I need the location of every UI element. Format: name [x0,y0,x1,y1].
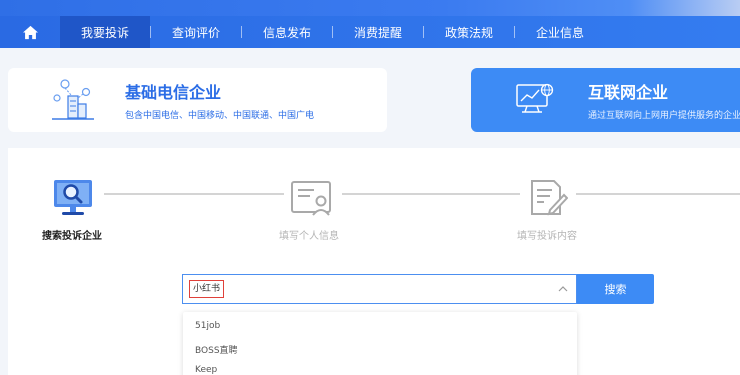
step-connector [104,193,284,195]
suggestion-item[interactable]: 51job [195,321,220,331]
step-3-label: 填写投诉内容 [517,231,577,242]
internet-company-title: 互联网企业 [588,83,669,102]
basic-telecom-subtitle: 包含中国电信、中国移动、中国联通、中国广电 [125,111,315,121]
suggestion-item[interactable]: BOSS直聘 [195,343,238,356]
search-suggestions: 51job BOSS直聘 Keep [183,312,577,375]
suggestion-item[interactable]: Keep [195,365,217,375]
step-1-label: 搜索投诉企业 [42,231,102,242]
id-card-icon [291,181,331,216]
monitor-globe-icon [516,83,554,113]
company-search-input[interactable]: 小红书 [182,274,577,304]
internet-company-subtitle: 通过互联网向上网用户提供服务的企业 [588,111,740,121]
home-icon [22,25,38,39]
step-2-label: 填写个人信息 [279,231,339,242]
nav-item-query[interactable]: 查询评价 [151,16,241,48]
home-button[interactable] [0,16,60,48]
search-button[interactable]: 搜索 [577,274,654,304]
search-value: 小红书 [189,280,225,298]
chevron-up-icon[interactable] [558,285,568,293]
building-network-icon [52,79,94,120]
nav-item-policy[interactable]: 政策法规 [424,16,514,48]
basic-telecom-card[interactable]: 基础电信企业 包含中国电信、中国移动、中国联通、中国广电 [8,68,387,132]
monitor-search-icon [54,180,92,215]
document-edit-icon [531,180,568,216]
main-nav: 我要投诉 查询评价 信息发布 消费提醒 政策法规 企业信息 [0,16,740,48]
step-connector [576,193,740,195]
internet-company-card[interactable]: 互联网企业 通过互联网向上网用户提供服务的企业 [471,68,740,132]
nav-item-alerts[interactable]: 消费提醒 [333,16,423,48]
basic-telecom-title: 基础电信企业 [125,83,222,102]
nav-item-complaint[interactable]: 我要投诉 [60,16,150,48]
nav-item-info[interactable]: 信息发布 [242,16,332,48]
nav-item-company[interactable]: 企业信息 [515,16,605,48]
step-connector [342,193,520,195]
top-banner [0,0,740,16]
